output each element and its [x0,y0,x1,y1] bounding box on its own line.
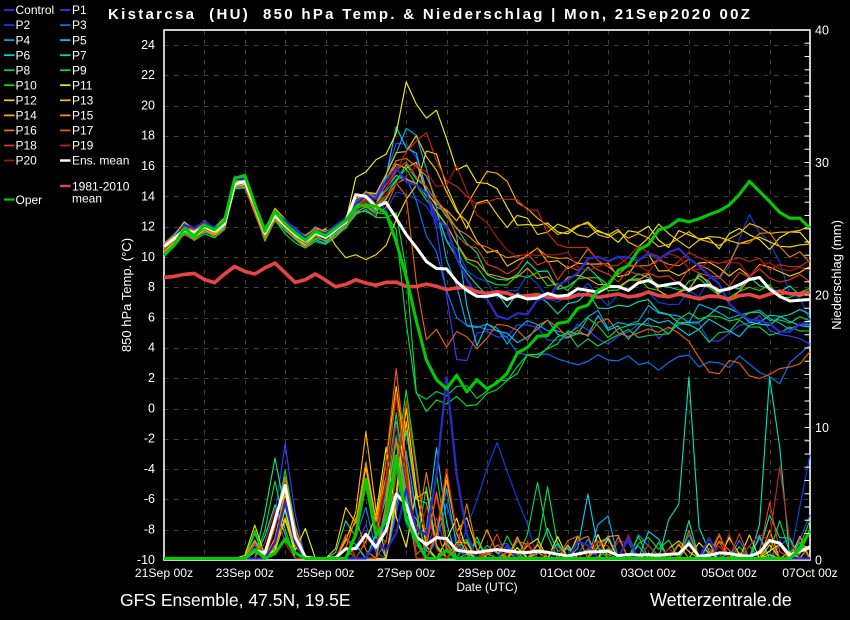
svg-text:Oper: Oper [16,193,43,207]
svg-text:GFS Ensemble, 47.5N, 19.5E: GFS Ensemble, 47.5N, 19.5E [120,590,351,610]
svg-text:-8: -8 [144,523,155,537]
svg-text:20: 20 [141,98,155,112]
svg-text:P3: P3 [72,18,87,32]
svg-text:Wetterzentrale.de: Wetterzentrale.de [650,590,792,610]
svg-text:10: 10 [815,421,829,435]
svg-text:P7: P7 [72,48,87,62]
svg-text:30: 30 [815,156,829,170]
svg-text:P5: P5 [72,33,87,47]
svg-text:P16: P16 [16,124,38,138]
svg-text:P9: P9 [72,63,87,77]
svg-text:25Sep 00z: 25Sep 00z [296,566,354,580]
svg-text:14: 14 [141,189,155,203]
svg-text:18: 18 [141,129,155,143]
svg-text:P1: P1 [72,3,87,17]
svg-text:P19: P19 [72,139,94,153]
svg-text:P2: P2 [16,18,31,32]
svg-text:-6: -6 [144,492,155,506]
svg-text:8: 8 [148,280,155,294]
svg-text:P12: P12 [16,94,38,108]
svg-text:24: 24 [141,38,155,52]
svg-text:850 hPa Temp. (°C): 850 hPa Temp. (°C) [119,238,134,352]
svg-text:16: 16 [141,159,155,173]
svg-text:-10: -10 [137,553,155,567]
svg-text:0: 0 [148,401,155,415]
svg-text:23Sep 00z: 23Sep 00z [216,566,274,580]
svg-text:21Sep 00z: 21Sep 00z [135,566,193,580]
svg-text:20: 20 [815,289,829,303]
svg-text:Niederschlag (mm): Niederschlag (mm) [829,220,844,330]
svg-text:P11: P11 [72,79,93,93]
svg-text:P15: P15 [72,109,94,123]
svg-text:03Oct 00z: 03Oct 00z [621,566,677,580]
svg-text:-2: -2 [144,432,155,446]
svg-text:27Sep 00z: 27Sep 00z [377,566,435,580]
svg-text:40: 40 [815,24,829,38]
svg-text:P13: P13 [72,94,94,108]
svg-text:Kistarcsa (HU) 850 hPa Temp.: Kistarcsa (HU) 850 hPa Temp. & Niedersch… [108,6,752,23]
svg-text:05Oct 00z: 05Oct 00z [701,566,757,580]
svg-text:2: 2 [148,371,155,385]
svg-text:12: 12 [141,220,155,234]
svg-text:6: 6 [148,310,155,324]
svg-text:Ens. mean: Ens. mean [72,154,129,168]
svg-text:Control: Control [16,3,55,17]
svg-text:01Oct 00z: 01Oct 00z [540,566,596,580]
svg-text:22: 22 [141,68,155,82]
svg-text:P6: P6 [16,48,31,62]
svg-text:P8: P8 [16,63,31,77]
svg-text:10: 10 [141,250,155,264]
svg-text:Date (UTC): Date (UTC) [456,580,517,594]
svg-text:P4: P4 [16,33,31,47]
svg-text:P14: P14 [16,109,38,123]
svg-text:-4: -4 [144,462,155,476]
svg-text:P10: P10 [16,79,38,93]
svg-text:P20: P20 [16,154,38,168]
svg-text:P17: P17 [72,124,94,138]
svg-text:07Oct 00z: 07Oct 00z [782,566,838,580]
svg-text:4: 4 [148,341,155,355]
svg-text:29Sep 00z: 29Sep 00z [458,566,516,580]
svg-text:P18: P18 [16,139,38,153]
svg-text:mean: mean [72,192,102,206]
